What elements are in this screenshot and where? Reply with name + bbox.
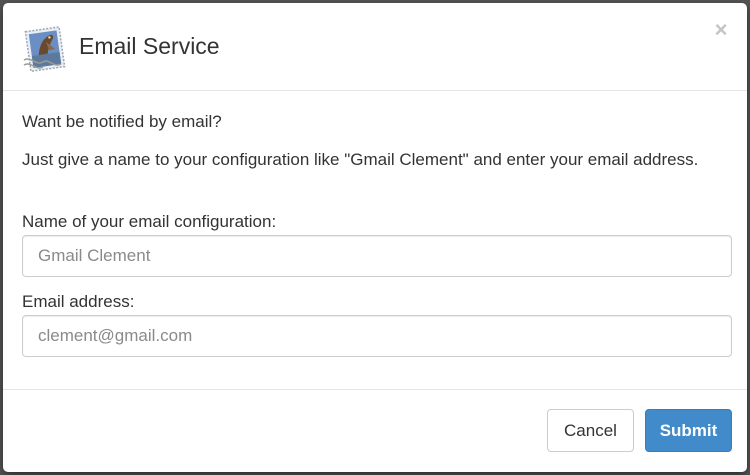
dialog-header: Email Service × [3,3,747,91]
close-icon[interactable]: × [711,19,731,41]
email-service-dialog: Email Service × Want be notified by emai… [3,3,747,472]
dialog-body: Want be notified by email? Just give a n… [3,92,747,389]
intro-instructions: Just give a name to your configuration l… [22,150,699,169]
dialog-footer: Cancel Submit [3,389,747,472]
intro-question: Want be notified by email? [22,112,222,131]
cancel-button[interactable]: Cancel [547,409,634,452]
config-name-input[interactable] [22,235,732,277]
dialog-title: Email Service [79,33,220,59]
email-address-input[interactable] [22,315,732,357]
email-address-label: Email address: [22,292,135,311]
config-name-label: Name of your email configuration: [22,212,277,231]
mail-stamp-icon [23,26,66,73]
submit-button[interactable]: Submit [645,409,732,452]
